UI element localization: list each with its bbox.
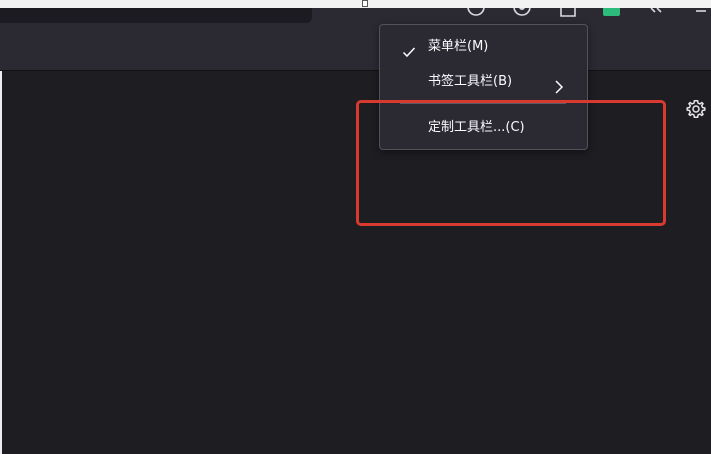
gear-icon[interactable] [686,99,706,119]
overflow-chevrons-icon[interactable] [648,8,666,18]
checkmark-icon [402,40,416,70]
downloads-icon[interactable] [558,8,578,18]
window-top-strip [0,0,711,8]
menu-icon[interactable] [694,8,708,18]
browser-toolbar [0,8,711,71]
account-icon[interactable] [512,8,532,18]
menu-item-label: 书签工具栏(B) [428,74,513,89]
menu-item-menubar[interactable]: 菜单栏(M) [380,32,587,62]
menu-item-bookmarks-toolbar[interactable]: 书签工具栏(B) [380,67,587,97]
url-bar[interactable] [0,8,312,23]
annotation-highlight-box [356,100,666,226]
history-icon[interactable] [466,8,486,18]
resize-handle[interactable] [362,0,368,7]
window-left-edge [0,71,2,454]
menu-item-label: 菜单栏(M) [428,39,489,54]
extension-icon[interactable] [603,8,620,16]
